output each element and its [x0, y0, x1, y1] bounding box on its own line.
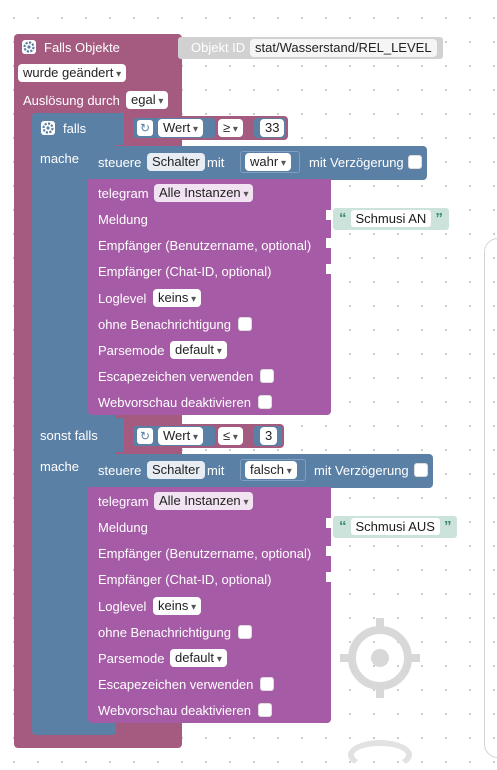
instances-dropdown[interactable]: Alle Instanzen — [154, 492, 254, 510]
input-connector — [326, 546, 333, 556]
do-label: mache — [40, 151, 80, 166]
object-id-label: Objekt ID — [191, 40, 246, 55]
message-label: Meldung — [98, 212, 148, 227]
message-value[interactable]: Schmusi AN — [350, 210, 432, 227]
silent-checkbox[interactable] — [238, 317, 252, 331]
workspace-scrollbar[interactable] — [484, 238, 497, 758]
escape-label: Escapezeichen verwenden — [98, 677, 254, 692]
operator-dropdown[interactable]: ≥ — [218, 119, 243, 137]
control-delay-label: mit Verzögerung — [314, 463, 409, 478]
preview-label: Webvorschau deaktivieren — [98, 703, 251, 718]
recipient-user-label: Empfänger (Benutzername, optional) — [98, 546, 312, 561]
bool-dropdown[interactable]: falsch — [245, 461, 297, 479]
control-target[interactable]: Schalter — [147, 153, 205, 171]
control-with-label: mit — [207, 155, 225, 170]
refresh-icon: ↻ — [137, 120, 153, 136]
trigger-by-dropdown[interactable]: egal — [126, 91, 169, 109]
else-if-label: sonst falls — [40, 428, 98, 443]
control-label: steuere — [98, 463, 142, 478]
change-mode-dropdown[interactable]: wurde geändert — [18, 64, 127, 82]
escape-checkbox[interactable] — [260, 677, 274, 691]
control-with-label: mit — [207, 463, 225, 478]
escape-label: Escapezeichen verwenden — [98, 369, 254, 384]
bool-dropdown[interactable]: wahr — [245, 153, 291, 171]
loglevel-dropdown[interactable]: keins — [153, 289, 202, 307]
loglevel-label: Loglevel — [98, 291, 147, 306]
delay-checkbox[interactable] — [408, 155, 422, 169]
preview-label: Webvorschau deaktivieren — [98, 395, 251, 410]
recipient-chat-label: Empfänger (Chat-ID, optional) — [98, 572, 272, 587]
silent-label: ohne Benachrichtigung — [98, 625, 231, 640]
trigger-by-label: Auslösung durch — [23, 93, 120, 108]
parsemode-dropdown[interactable]: default — [170, 341, 227, 359]
telegram-label: telegram — [98, 494, 149, 509]
parsemode-dropdown[interactable]: default — [170, 649, 227, 667]
message-label: Meldung — [98, 520, 148, 535]
message-value[interactable]: Schmusi AUS — [350, 518, 440, 535]
escape-checkbox[interactable] — [260, 369, 274, 383]
silent-label: ohne Benachrichtigung — [98, 317, 231, 332]
zoom-control[interactable] — [348, 740, 412, 770]
number-field[interactable]: 33 — [260, 119, 285, 137]
input-connector — [326, 210, 333, 220]
trigger-title: Falls Objekte — [44, 40, 120, 55]
object-id-value[interactable]: stat/Wasserstand/REL_LEVEL — [250, 39, 437, 57]
input-connector — [326, 264, 333, 274]
instances-dropdown[interactable]: Alle Instanzen — [154, 184, 254, 202]
parsemode-label: Parsemode — [98, 343, 165, 358]
preview-checkbox[interactable] — [258, 395, 272, 409]
string-block[interactable]: “Schmusi AUS” — [333, 516, 458, 538]
delay-checkbox[interactable] — [414, 463, 428, 477]
number-field[interactable]: 3 — [260, 427, 278, 445]
loglevel-label: Loglevel — [98, 599, 147, 614]
silent-checkbox[interactable] — [238, 625, 252, 639]
input-connector — [326, 518, 333, 528]
recipient-user-label: Empfänger (Benutzername, optional) — [98, 238, 312, 253]
input-connector — [326, 238, 333, 248]
gear-icon[interactable] — [22, 40, 36, 54]
parsemode-label: Parsemode — [98, 651, 165, 666]
control-target[interactable]: Schalter — [147, 461, 205, 479]
operator-dropdown[interactable]: ≤ — [218, 427, 243, 445]
do-label: mache — [40, 459, 80, 474]
control-label: steuere — [98, 155, 142, 170]
string-block[interactable]: “Schmusi AN” — [333, 208, 449, 230]
loglevel-dropdown[interactable]: keins — [153, 597, 202, 615]
gear-icon[interactable] — [41, 121, 55, 135]
center-target-icon[interactable] — [338, 616, 422, 700]
input-connector — [326, 572, 333, 582]
control-delay-label: mit Verzögerung — [309, 155, 404, 170]
refresh-icon: ↻ — [137, 428, 153, 444]
value-dropdown[interactable]: Wert — [158, 119, 204, 137]
telegram-label: telegram — [98, 186, 149, 201]
preview-checkbox[interactable] — [258, 703, 272, 717]
recipient-chat-label: Empfänger (Chat-ID, optional) — [98, 264, 272, 279]
value-dropdown[interactable]: Wert — [158, 427, 204, 445]
if-label: falls — [63, 121, 87, 136]
